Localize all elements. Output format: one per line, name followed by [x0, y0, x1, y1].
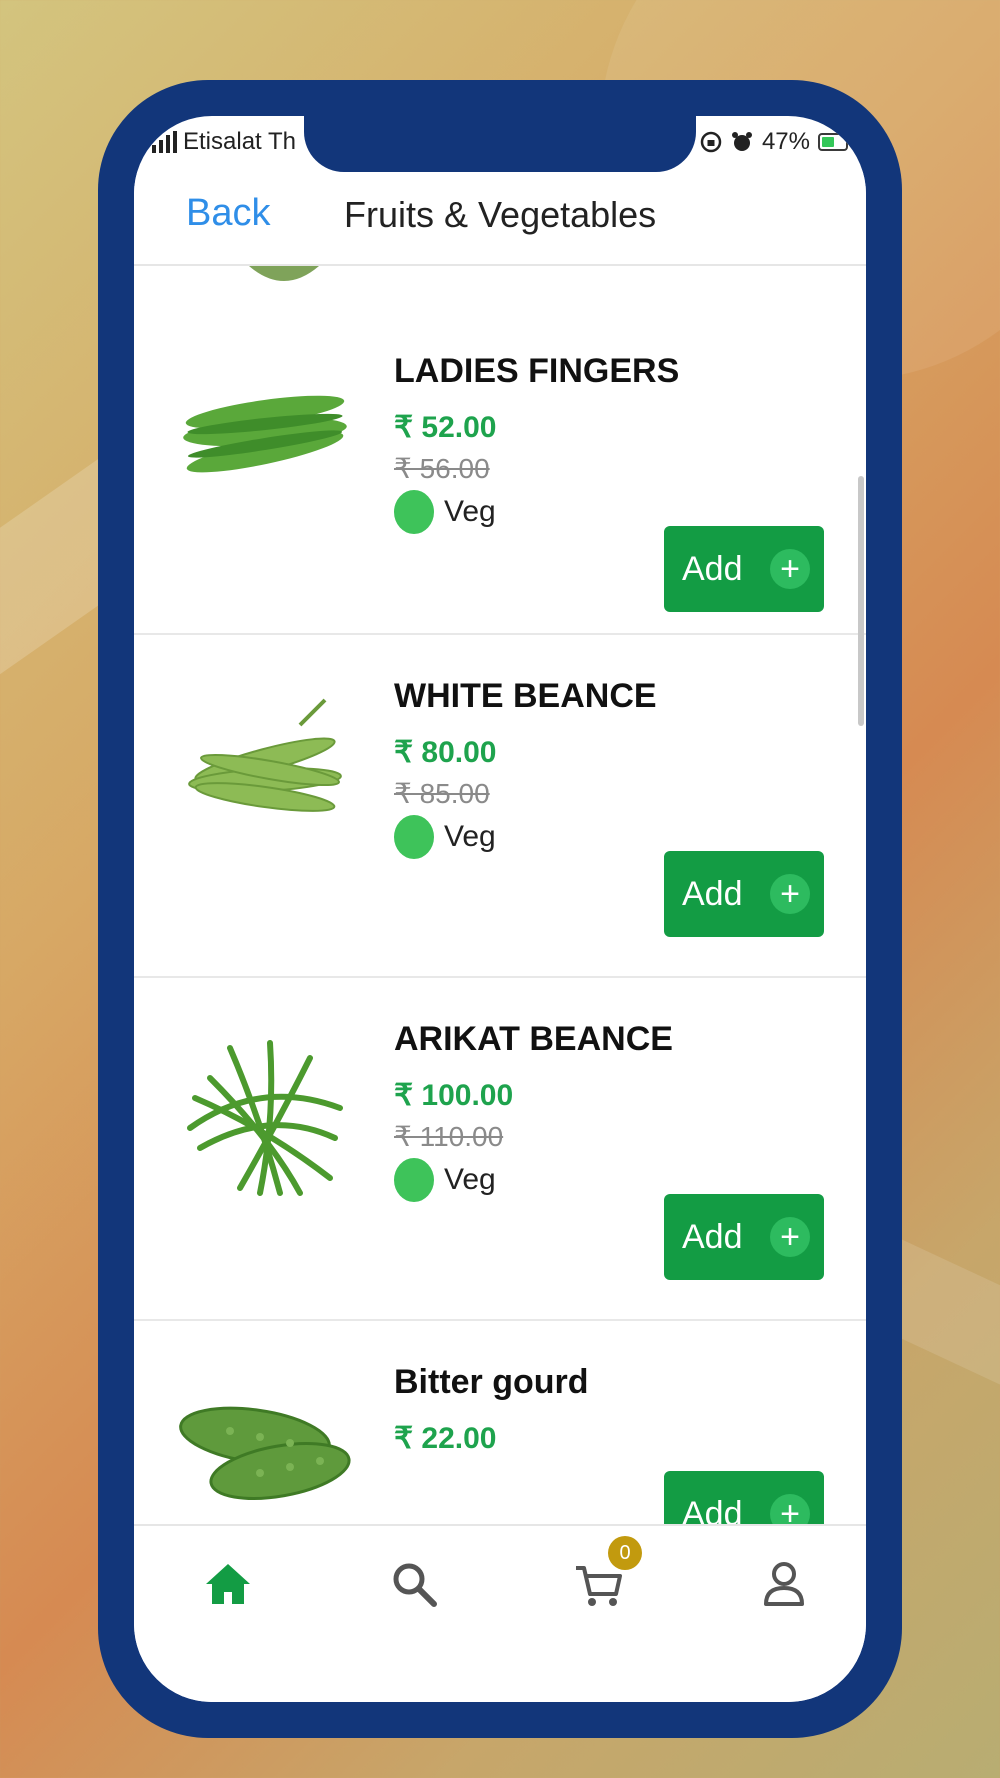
add-label: Add — [682, 1494, 743, 1527]
veg-indicator-icon — [394, 1158, 434, 1202]
plus-icon: + — [770, 874, 810, 914]
veg-label: Veg — [444, 1163, 496, 1196]
product-image — [179, 1406, 351, 1500]
product-mrp: ₹ 56.00 — [394, 453, 490, 484]
product-price: ₹ 100.00 — [394, 1079, 514, 1112]
plus-icon: + — [770, 1217, 810, 1257]
list-item: Bitter gourd ₹ 22.00 Add + — [134, 1321, 866, 1526]
battery-percent: 47% — [761, 128, 810, 155]
phone-screen: Etisalat Th 47% Back Fruits & Vegetables — [134, 116, 866, 1702]
cart-tab[interactable]: 0 — [568, 1536, 642, 1614]
veg-label: Veg — [444, 495, 496, 528]
product-mrp: ₹ 110.00 — [394, 1121, 504, 1152]
battery-icon — [818, 133, 848, 151]
add-to-cart-button[interactable]: Add + — [664, 851, 824, 937]
product-mrp: ₹ 85.00 — [394, 778, 490, 809]
status-bar-left: Etisalat Th — [152, 128, 296, 156]
product-name: LADIES FINGERS — [394, 352, 680, 390]
add-to-cart-button[interactable]: Add + — [664, 1194, 824, 1280]
plus-icon: + — [770, 549, 810, 589]
scrollbar[interactable] — [858, 476, 864, 726]
profile-icon[interactable] — [754, 1554, 814, 1614]
home-icon[interactable] — [198, 1554, 258, 1614]
veg-label: Veg — [444, 820, 496, 853]
back-button[interactable]: Back — [186, 192, 270, 235]
plus-icon: + — [770, 1494, 810, 1526]
bottom-tab-bar: 0 — [134, 1524, 866, 1702]
product-name: WHITE BEANCE — [394, 677, 657, 715]
search-icon[interactable] — [384, 1554, 444, 1614]
signal-icon — [152, 131, 177, 153]
add-to-cart-button[interactable]: Add + — [664, 526, 824, 612]
veg-badge: Veg — [394, 490, 496, 534]
list-item: WHITE BEANCE ₹ 80.00 ₹ 85.00 Veg Add + — [134, 635, 866, 978]
carrier-name: Etisalat Th — [183, 128, 296, 155]
lock-rotation-icon — [700, 131, 722, 153]
product-image — [187, 1040, 343, 1196]
veg-badge: Veg — [394, 815, 496, 859]
product-price: ₹ 80.00 — [394, 736, 497, 769]
alarm-icon — [731, 132, 752, 151]
veg-indicator-icon — [394, 815, 434, 859]
product-price: ₹ 52.00 — [394, 411, 497, 444]
add-label: Add — [682, 1217, 743, 1256]
page-title: Fruits & Vegetables — [344, 194, 657, 235]
list-item: LADIES FINGERS ₹ 52.00 ₹ 56.00 Veg Add + — [134, 292, 866, 635]
product-image — [183, 395, 347, 473]
product-list[interactable]: LADIES FINGERS ₹ 52.00 ₹ 56.00 Veg Add + — [134, 266, 866, 1526]
status-bar-right: 47% — [700, 128, 848, 156]
product-name: ARIKAT BEANCE — [394, 1020, 673, 1058]
list-item: ARIKAT BEANCE ₹ 100.00 ₹ 110.00 Veg Add … — [134, 978, 866, 1321]
veg-indicator-icon — [394, 490, 434, 534]
add-to-cart-button[interactable]: Add + — [664, 1471, 824, 1526]
cart-count-badge: 0 — [608, 1536, 642, 1570]
add-label: Add — [682, 549, 743, 588]
product-image — [188, 698, 342, 812]
phone-notch — [304, 116, 696, 172]
product-price: ₹ 22.00 — [394, 1422, 497, 1455]
add-label: Add — [682, 874, 743, 913]
phone-frame: Etisalat Th 47% Back Fruits & Vegetables — [98, 80, 902, 1738]
product-name: Bitter gourd — [394, 1363, 589, 1401]
veg-badge: Veg — [394, 1158, 496, 1202]
nav-header: Back Fruits & Vegetables — [134, 172, 866, 266]
